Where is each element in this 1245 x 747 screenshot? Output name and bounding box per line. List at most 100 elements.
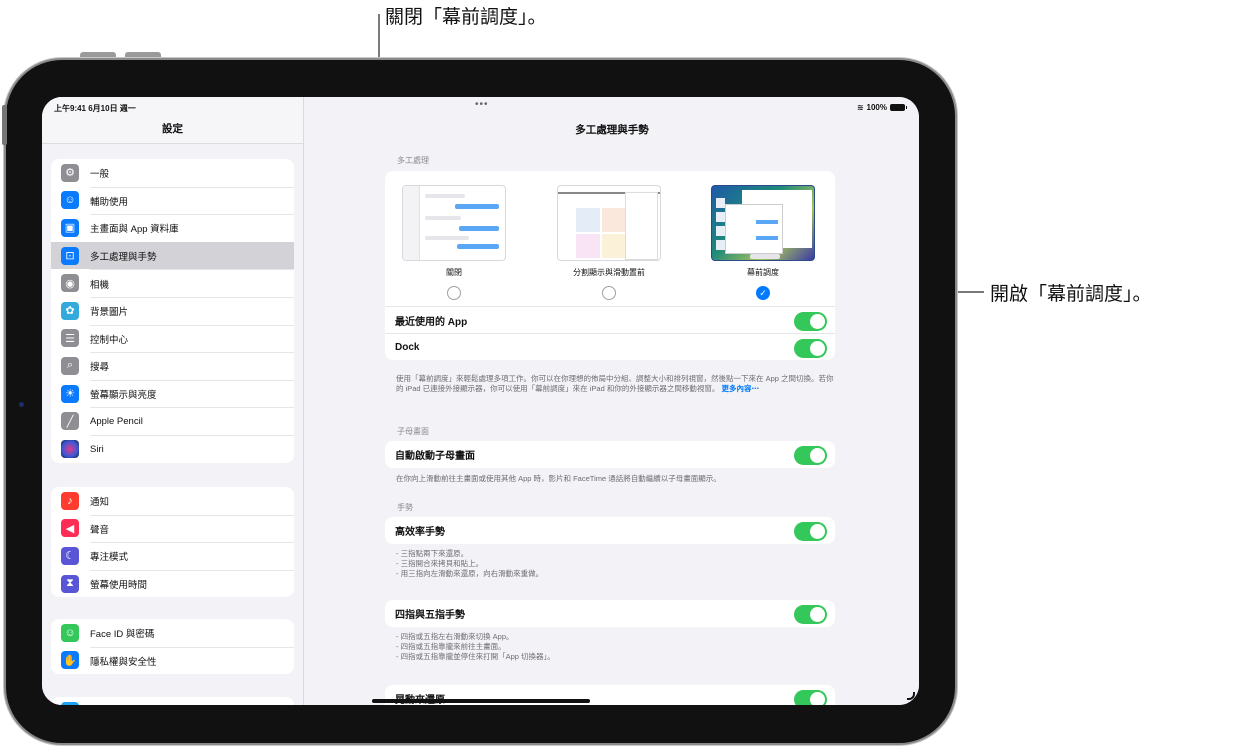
efficient-gestures-toggle[interactable] <box>794 522 827 541</box>
option-stage-thumbnail <box>711 185 815 261</box>
status-right: ≋ 100% <box>856 103 907 112</box>
multitask-dots-handle[interactable]: ••• <box>475 99 489 110</box>
sidebar-item-multitasking[interactable]: ⊡ 多工處理與手勢 <box>51 241 294 270</box>
hourglass-icon: ⧗ <box>61 574 79 593</box>
sidebar-item-label: Face ID 與密碼 <box>90 628 155 640</box>
sidebar-item-label: Apple Pencil <box>90 407 294 435</box>
multitasking-card: 關閉 分割顯示與滑動置前 幕前調度 ✓ 最近使用的 App Dock <box>385 171 835 360</box>
focus-moon-icon: ☾ <box>61 546 79 565</box>
option-stage-label: 幕前調度 <box>747 268 779 277</box>
sidebar-item-label: 專注模式 <box>90 542 294 570</box>
sidebar-item-general[interactable]: ⚙ 一般 <box>51 159 294 187</box>
sidebar-item-focus[interactable]: ☾ 專注模式 <box>51 542 294 570</box>
sidebar-item-label: Siri <box>90 434 294 463</box>
sidebar-group-4 <box>51 697 294 705</box>
sidebar-item-camera[interactable]: ◉ 相機 <box>51 269 294 297</box>
battery-percent: 100% <box>866 103 887 112</box>
ipad-screen: 上午9:41 6月10日 週一 設定 ⚙ 一般 ☺ 輔助使用 ▣ 主畫面與 Ap… <box>42 97 919 705</box>
top-button <box>2 105 7 145</box>
sidebar-group-2: ♪ 通知 ◀ 聲音 ☾ 專注模式 ⧗ 螢幕使用時間 <box>51 487 294 598</box>
recent-apps-toggle[interactable] <box>794 312 827 331</box>
gear-icon: ⚙ <box>61 163 79 182</box>
sidebar-header: 上午9:41 6月10日 週一 設定 <box>42 97 303 144</box>
callout-on-label: 開啟「幕前調度」。 <box>990 283 1152 305</box>
multitasking-footer: 使用「幕前調度」來輕鬆處理多項工作。你可以在你理想的佈局中分組、調整大小和排列視… <box>396 374 836 394</box>
four-five-finger-notes: - 四指或五指左右滑動來切換 App。 - 四指或五指靠攏來前往主畫面。 - 四… <box>396 632 836 661</box>
notifications-icon: ♪ <box>61 491 79 510</box>
face-id-icon: ☺ <box>61 623 79 642</box>
sidebar-item-display-brightness[interactable]: ☀ 螢幕顯示與亮度 <box>51 379 294 408</box>
toggle-row-pip: 自動啟動子母畫面 <box>385 441 835 468</box>
control-center-icon: ☰ <box>61 329 79 348</box>
four-five-finger-toggle[interactable] <box>794 605 827 624</box>
home-indicator[interactable] <box>372 699 590 703</box>
multitasking-footer-text: 使用「幕前調度」來輕鬆處理多項工作。你可以在你理想的佈局中分組、調整大小和排列視… <box>396 374 834 393</box>
sidebar-item-label: 通知 <box>90 496 110 508</box>
detail-pane: ••• ≋ 100% 多工處理與手勢 多工處理 關閉 分割顯示與滑動置前 幕前調… <box>305 97 919 705</box>
pip-toggle[interactable] <box>794 446 827 465</box>
brightness-icon: ☀ <box>61 384 79 403</box>
option-split-label: 分割顯示與滑動置前 <box>573 268 645 277</box>
privacy-hand-icon: ✋ <box>61 651 79 670</box>
sidebar-item-siri[interactable]: Siri <box>51 434 294 463</box>
sidebar-item-search[interactable]: ⌕ 搜尋 <box>51 352 294 380</box>
option-off-label: 關閉 <box>446 268 462 277</box>
option-stage-manager[interactable]: 幕前調度 ✓ <box>711 185 815 300</box>
status-time-date: 上午9:41 6月10日 週一 <box>54 104 136 113</box>
sidebar-item-sounds[interactable]: ◀ 聲音 <box>51 514 294 543</box>
toggle-row-four-five-finger: 四指與五指手勢 <box>385 600 835 627</box>
dock-label: Dock <box>395 341 420 353</box>
sidebar-item-notifications[interactable]: ♪ 通知 <box>51 487 294 515</box>
sidebar-item-screen-time[interactable]: ⧗ 螢幕使用時間 <box>51 569 294 598</box>
pip-card: 自動啟動子母畫面 <box>385 441 835 468</box>
section-header-multitasking: 多工處理 <box>397 156 429 165</box>
sidebar-item-control-center[interactable]: ☰ 控制中心 <box>51 324 294 353</box>
option-off-thumbnail <box>402 185 506 261</box>
wallpaper-icon: ✿ <box>61 301 79 320</box>
option-split-view[interactable]: 分割顯示與滑動置前 <box>557 185 661 300</box>
settings-sidebar: 上午9:41 6月10日 週一 設定 ⚙ 一般 ☺ 輔助使用 ▣ 主畫面與 Ap… <box>42 97 304 705</box>
callout-off-label: 關閉「幕前調度」。 <box>385 6 547 28</box>
sidebar-item-home-screen[interactable]: ▣ 主畫面與 App 資料庫 <box>51 214 294 242</box>
option-stage-radio-checked[interactable]: ✓ <box>756 286 770 300</box>
sidebar-item-apple-pencil[interactable]: ╱ Apple Pencil <box>51 407 294 435</box>
stage: 關閉「幕前調度」。 開啟「幕前調度」。 上午9:41 6月10日 週一 設定 ⚙… <box>0 0 1245 747</box>
sidebar-group-1: ⚙ 一般 ☺ 輔助使用 ▣ 主畫面與 App 資料庫 ⊡ 多工處理與手勢 ◉ 相… <box>51 159 294 463</box>
toggle-row-efficient-gestures: 高效率手勢 <box>385 517 835 544</box>
option-split-radio[interactable] <box>602 286 616 300</box>
toggle-row-recent-apps: 最近使用的 App <box>385 306 835 333</box>
siri-icon <box>61 439 79 458</box>
sidebar-item-wallpaper[interactable]: ✿ 背景圖片 <box>51 296 294 325</box>
sidebar-item-label: 螢幕使用時間 <box>90 569 294 598</box>
sidebar-item-label: 搜尋 <box>90 352 294 380</box>
sidebar-item-face-id[interactable]: ☺ Face ID 與密碼 <box>51 619 294 647</box>
sidebar-item-label: 控制中心 <box>90 324 294 353</box>
sidebar-item-label: 輔助使用 <box>90 186 294 215</box>
resize-corner-handle[interactable] <box>907 692 915 700</box>
toggle-row-dock: Dock <box>385 333 835 360</box>
camera-icon: ◉ <box>61 274 79 293</box>
note-line: - 四指或五指左右滑動來切換 App。 <box>396 632 514 641</box>
option-off[interactable]: 關閉 <box>402 185 506 300</box>
note-line: - 用三指向左滑動來還原，向右滑動來重做。 <box>396 568 544 578</box>
sidebar-item-accessibility[interactable]: ☺ 輔助使用 <box>51 186 294 215</box>
option-split-thumbnail <box>557 185 661 261</box>
sound-icon: ◀ <box>61 519 79 538</box>
dock-toggle[interactable] <box>794 339 827 358</box>
option-off-radio[interactable] <box>447 286 461 300</box>
sidebar-item-label <box>90 697 294 705</box>
wifi-icon: ≋ <box>856 103 864 112</box>
sidebar-item-label: 相機 <box>90 269 294 297</box>
sidebar-item-app-store[interactable] <box>51 697 294 705</box>
pip-footer: 在你向上滑動前往主畫面或使用其他 App 時，影片和 FaceTime 通話將自… <box>396 474 721 483</box>
app-store-icon <box>61 701 79 705</box>
more-info-link[interactable]: 更多內容⋯ <box>721 384 759 393</box>
sidebar-item-label: 多工處理與手勢 <box>90 252 157 264</box>
sidebar-item-label: 背景圖片 <box>90 296 294 325</box>
note-line: - 三指點兩下來還原。 <box>396 549 469 558</box>
sidebar-item-label: 一般 <box>90 168 110 180</box>
shake-undo-toggle[interactable] <box>794 690 827 705</box>
sidebar-item-privacy[interactable]: ✋ 隱私權與安全性 <box>51 646 294 675</box>
home-screen-icon: ▣ <box>61 218 79 237</box>
battery-full-icon <box>890 104 907 111</box>
